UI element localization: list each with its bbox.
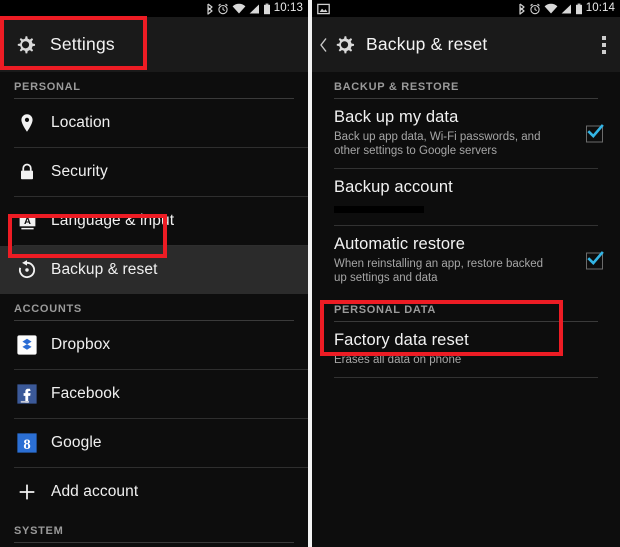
wifi-icon	[544, 3, 558, 13]
lock-icon	[14, 159, 40, 185]
status-bar-clock: 10:13	[273, 1, 303, 14]
signal-icon	[249, 4, 259, 13]
page-title: Settings	[50, 34, 115, 54]
gear-icon	[329, 30, 359, 60]
section-header-system: SYSTEM	[14, 525, 64, 537]
sidebar-item-label: Facebook	[51, 385, 120, 402]
facebook-icon	[14, 381, 40, 407]
sidebar-item-dropbox[interactable]: Dropbox	[0, 321, 308, 369]
google-icon: 8	[14, 430, 40, 456]
alarm-icon	[529, 3, 540, 14]
plus-icon	[14, 479, 40, 505]
section-header-personal: PERSONAL	[14, 81, 81, 93]
gear-icon	[10, 30, 40, 60]
section-header-backup-restore: BACKUP & RESTORE	[334, 81, 460, 93]
sidebar-item-label: Dropbox	[51, 336, 111, 353]
battery-icon	[263, 3, 270, 14]
language-icon: A	[14, 208, 40, 234]
wifi-icon	[232, 3, 246, 13]
setting-title: Back up my data	[334, 108, 459, 126]
setting-title: Factory data reset	[334, 331, 469, 349]
status-bar: 10:14	[312, 0, 620, 17]
sidebar-item-label: Add account	[51, 483, 139, 500]
status-bar-clock: 10:14	[585, 1, 615, 14]
screenshot-icon	[317, 3, 330, 14]
sidebar-item-security[interactable]: Security	[0, 148, 308, 196]
setting-row-back-up-my-data[interactable]: Back up my data Back up app data, Wi-Fi …	[312, 99, 620, 168]
svg-text:8: 8	[23, 437, 30, 453]
svg-text:A: A	[24, 215, 31, 226]
sidebar-item-location[interactable]: Location	[0, 99, 308, 147]
sidebar-item-backup-reset[interactable]: Backup & reset	[0, 246, 308, 294]
sidebar-item-label: Location	[51, 114, 111, 131]
setting-subtitle: Back up app data, Wi-Fi passwords, and o…	[334, 131, 541, 157]
bluetooth-icon	[519, 3, 525, 15]
sidebar-item-language-input[interactable]: A Language & input	[0, 197, 308, 245]
setting-row-automatic-restore[interactable]: Automatic restore When reinstalling an a…	[312, 226, 620, 295]
panel-divider	[308, 0, 312, 547]
alarm-icon	[217, 3, 228, 14]
setting-subtitle: When reinstalling an app, restore backed…	[334, 258, 544, 284]
automatic-restore-checkbox[interactable]	[586, 250, 604, 269]
setting-row-factory-data-reset[interactable]: Factory data reset Erases all data on ph…	[312, 322, 620, 377]
setting-title: Backup account	[334, 178, 453, 196]
bluetooth-icon	[207, 3, 213, 15]
setting-title: Automatic restore	[334, 235, 466, 253]
back-chevron-icon[interactable]	[317, 37, 329, 53]
dual-screenshot-composite: 10:13 Settings PERSONAL Location Securit…	[0, 0, 620, 547]
page-title: Backup & reset	[366, 34, 488, 54]
setting-subtitle: Erases all data on phone	[334, 354, 462, 366]
signal-icon	[561, 4, 571, 13]
location-pin-icon	[14, 110, 40, 136]
sidebar-item-facebook[interactable]: Facebook	[0, 370, 308, 418]
backup-reset-screen-panel: 10:14 Backup & reset BACKUP & RESTORE Ba…	[312, 0, 620, 547]
status-bar-system-icons: 10:14	[518, 1, 615, 15]
dropbox-icon	[14, 332, 40, 358]
back-up-my-data-checkbox[interactable]	[586, 123, 604, 142]
list-divider	[334, 377, 598, 378]
settings-screen-panel: 10:13 Settings PERSONAL Location Securit…	[0, 0, 308, 547]
section-header-accounts: ACCOUNTS	[14, 303, 82, 315]
battery-icon	[575, 3, 582, 14]
sidebar-item-label: Google	[51, 434, 102, 451]
sidebar-item-label: Backup & reset	[51, 261, 158, 278]
sidebar-item-date-time[interactable]: Date & time	[0, 543, 308, 547]
status-bar: 10:13	[0, 0, 308, 17]
overflow-menu-icon[interactable]	[602, 35, 606, 54]
sidebar-item-add-account[interactable]: Add account	[0, 468, 308, 516]
status-bar-system-icons: 10:13	[206, 1, 303, 15]
sidebar-item-label: Language & input	[51, 212, 175, 229]
section-header-personal-data: PERSONAL DATA	[334, 304, 436, 316]
backup-restore-icon	[14, 257, 40, 283]
setting-row-backup-account[interactable]: Backup account	[312, 169, 620, 225]
settings-action-bar: Settings	[0, 17, 308, 72]
redacted-account-value	[334, 206, 424, 213]
sidebar-item-label: Security	[51, 163, 108, 180]
backup-reset-action-bar: Backup & reset	[312, 17, 620, 72]
sidebar-item-google[interactable]: 8 Google	[0, 419, 308, 467]
status-bar-notifications	[317, 3, 518, 15]
